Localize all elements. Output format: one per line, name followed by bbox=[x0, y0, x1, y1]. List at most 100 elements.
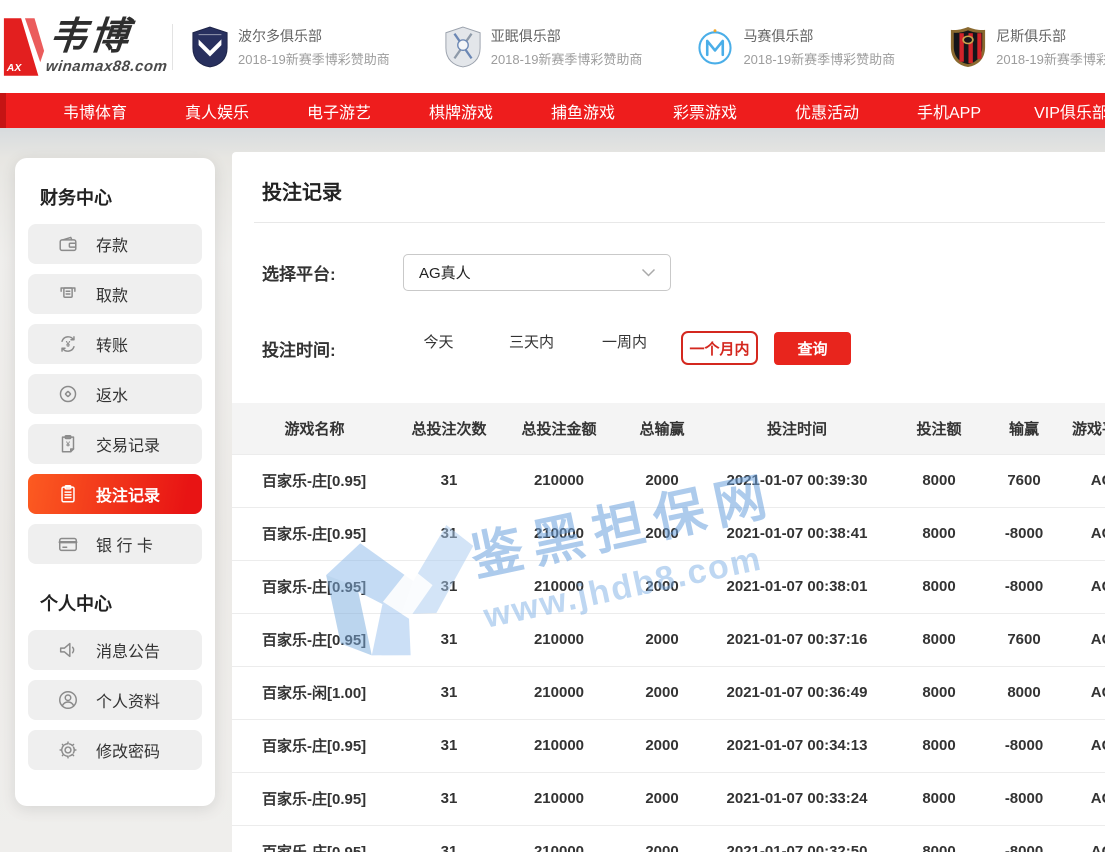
table-cell: 2000 bbox=[617, 719, 707, 772]
sidebar-item-修改密码[interactable]: 修改密码 bbox=[28, 730, 202, 770]
time-option[interactable]: 一周内 bbox=[578, 331, 671, 365]
sidebar-item-label: 修改密码 bbox=[96, 738, 160, 762]
time-filter-row: 投注时间: 今天三天内一周内一个月内 查询 bbox=[262, 331, 1105, 365]
table-cell: 2000 bbox=[617, 772, 707, 825]
table-cell: 210000 bbox=[501, 560, 617, 613]
sidebar-item-转账[interactable]: ¥ 转账 bbox=[28, 324, 202, 364]
table-cell: 2021-01-07 00:38:01 bbox=[707, 560, 887, 613]
site-header: AX 韦博 winamax88.com 波尔多俱乐部2018-19新赛季博彩赞助… bbox=[0, 0, 1105, 93]
club-name: 尼斯俱乐部 bbox=[996, 26, 1105, 46]
sidebar-item-交易记录[interactable]: ¥ 交易记录 bbox=[28, 424, 202, 464]
nav-item-真人娱乐[interactable]: 真人娱乐 bbox=[156, 99, 278, 123]
main-nav: 韦博体育真人娱乐电子游艺棋牌游戏捕鱼游戏彩票游戏优惠活动手机APPVIP俱乐部 bbox=[0, 93, 1105, 128]
svg-text:¥: ¥ bbox=[66, 340, 71, 349]
table-row: 百家乐-庄[0.95]3121000020002021-01-07 00:38:… bbox=[232, 507, 1105, 560]
table-cell: 百家乐-庄[0.95] bbox=[232, 613, 397, 666]
sidebar-item-label: 取款 bbox=[96, 282, 128, 306]
club-sponsor-text: 2018-19新赛季博彩赞助商 bbox=[238, 49, 390, 68]
table-cell: 8000 bbox=[991, 666, 1057, 719]
withdraw-icon bbox=[57, 283, 79, 305]
nav-item-VIP俱乐部[interactable]: VIP俱乐部 bbox=[1010, 99, 1105, 123]
table-cell: 2000 bbox=[617, 666, 707, 719]
time-option[interactable]: 今天 bbox=[392, 331, 485, 365]
table-cell: 31 bbox=[397, 507, 501, 560]
sidebar-item-存款[interactable]: 存款 bbox=[28, 224, 202, 264]
table-cell: AG bbox=[1057, 613, 1105, 666]
logo-domain-text: winamax88.com bbox=[45, 58, 168, 75]
nav-item-捕鱼游戏[interactable]: 捕鱼游戏 bbox=[522, 99, 644, 123]
nav-item-韦博体育[interactable]: 韦博体育 bbox=[34, 99, 156, 123]
table-cell: 7600 bbox=[991, 454, 1057, 507]
table-column-header: 总投注金额 bbox=[501, 403, 617, 454]
svg-text:¥: ¥ bbox=[66, 439, 71, 448]
nav-item-手机APP[interactable]: 手机APP bbox=[888, 99, 1010, 123]
profile-icon bbox=[57, 689, 79, 711]
sidebar-item-个人资料[interactable]: 个人资料 bbox=[28, 680, 202, 720]
header-divider bbox=[172, 24, 173, 70]
table-row: 百家乐-庄[0.95]3121000020002021-01-07 00:39:… bbox=[232, 454, 1105, 507]
gear-icon bbox=[57, 739, 79, 761]
table-cell: -8000 bbox=[991, 825, 1057, 852]
announcement-icon bbox=[57, 639, 79, 661]
table-cell: 百家乐-庄[0.95] bbox=[232, 560, 397, 613]
table-cell: AG bbox=[1057, 454, 1105, 507]
table-cell: -8000 bbox=[991, 560, 1057, 613]
nav-item-电子游艺[interactable]: 电子游艺 bbox=[278, 99, 400, 123]
sidebar-item-label: 银 行 卡 bbox=[96, 532, 153, 556]
table-cell: AG bbox=[1057, 719, 1105, 772]
time-option-selected[interactable]: 一个月内 bbox=[681, 331, 758, 365]
sponsor-club: 波尔多俱乐部2018-19新赛季博彩赞助商 bbox=[191, 26, 390, 68]
time-option[interactable]: 三天内 bbox=[485, 331, 578, 365]
table-row: 百家乐-庄[0.95]3121000020002021-01-07 00:33:… bbox=[232, 772, 1105, 825]
marseille-club-badge bbox=[696, 26, 734, 68]
table-cell: AG bbox=[1057, 666, 1105, 719]
transaction-icon: ¥ bbox=[57, 433, 79, 455]
bordeaux-club-badge bbox=[191, 26, 229, 68]
table-cell: 百家乐-庄[0.95] bbox=[232, 507, 397, 560]
sidebar-item-label: 转账 bbox=[96, 332, 128, 356]
nav-item-彩票游戏[interactable]: 彩票游戏 bbox=[644, 99, 766, 123]
site-logo[interactable]: AX 韦博 winamax88.com bbox=[0, 15, 168, 79]
page-background: 财务中心存款取款¥转账返水¥交易记录投注记录银 行 卡个人中心消息公告个人资料修… bbox=[0, 128, 1105, 852]
sidebar-item-label: 交易记录 bbox=[96, 432, 160, 456]
sidebar-item-label: 消息公告 bbox=[96, 638, 160, 662]
sidebar-item-返水[interactable]: 返水 bbox=[28, 374, 202, 414]
table-cell: 2021-01-07 00:36:49 bbox=[707, 666, 887, 719]
table-cell: 2021-01-07 00:37:16 bbox=[707, 613, 887, 666]
table-row: 百家乐-庄[0.95]3121000020002021-01-07 00:34:… bbox=[232, 719, 1105, 772]
nav-item-棋牌游戏[interactable]: 棋牌游戏 bbox=[400, 99, 522, 123]
platform-row: 选择平台: AG真人 bbox=[262, 254, 1105, 291]
wallet-icon bbox=[57, 233, 79, 255]
table-cell: 8000 bbox=[887, 560, 991, 613]
sidebar-item-取款[interactable]: 取款 bbox=[28, 274, 202, 314]
club-sponsor-text: 2018-19新赛季博彩赞助商 bbox=[491, 49, 643, 68]
sidebar-item-银行卡[interactable]: 银 行 卡 bbox=[28, 524, 202, 564]
time-options: 今天三天内一周内一个月内 bbox=[392, 331, 758, 365]
table-column-header: 游戏名称 bbox=[232, 403, 397, 454]
club-name: 亚眠俱乐部 bbox=[491, 26, 643, 46]
sidebar-item-投注记录[interactable]: 投注记录 bbox=[28, 474, 202, 514]
table-cell: 2021-01-07 00:39:30 bbox=[707, 454, 887, 507]
page-title: 投注记录 bbox=[232, 152, 1105, 222]
table-cell: 31 bbox=[397, 454, 501, 507]
table-cell: AG bbox=[1057, 825, 1105, 852]
sponsor-clubs: 波尔多俱乐部2018-19新赛季博彩赞助商 亚眠俱乐部 2018-19新赛季博彩赞助… bbox=[191, 26, 1105, 68]
platform-select[interactable]: AG真人 bbox=[403, 254, 671, 291]
table-cell: 8000 bbox=[887, 613, 991, 666]
chevron-down-icon bbox=[641, 268, 656, 277]
nice-club-badge bbox=[949, 26, 987, 68]
table-cell: 210000 bbox=[501, 772, 617, 825]
sidebar-item-消息公告[interactable]: 消息公告 bbox=[28, 630, 202, 670]
bank-card-icon bbox=[57, 533, 79, 555]
query-button[interactable]: 查询 bbox=[774, 332, 851, 365]
transfer-icon: ¥ bbox=[57, 333, 79, 355]
sidebar-item-label: 个人资料 bbox=[96, 688, 160, 712]
table-cell: -8000 bbox=[991, 772, 1057, 825]
nav-item-优惠活动[interactable]: 优惠活动 bbox=[766, 99, 888, 123]
sponsor-club: 亚眠俱乐部 2018-19新赛季博彩赞助商 bbox=[444, 26, 643, 68]
logo-cn-text: 韦博 bbox=[47, 18, 173, 56]
table-cell: 8000 bbox=[887, 507, 991, 560]
rebate-coin-icon bbox=[57, 383, 79, 405]
table-cell: 2000 bbox=[617, 825, 707, 852]
table-cell: 百家乐-庄[0.95] bbox=[232, 772, 397, 825]
